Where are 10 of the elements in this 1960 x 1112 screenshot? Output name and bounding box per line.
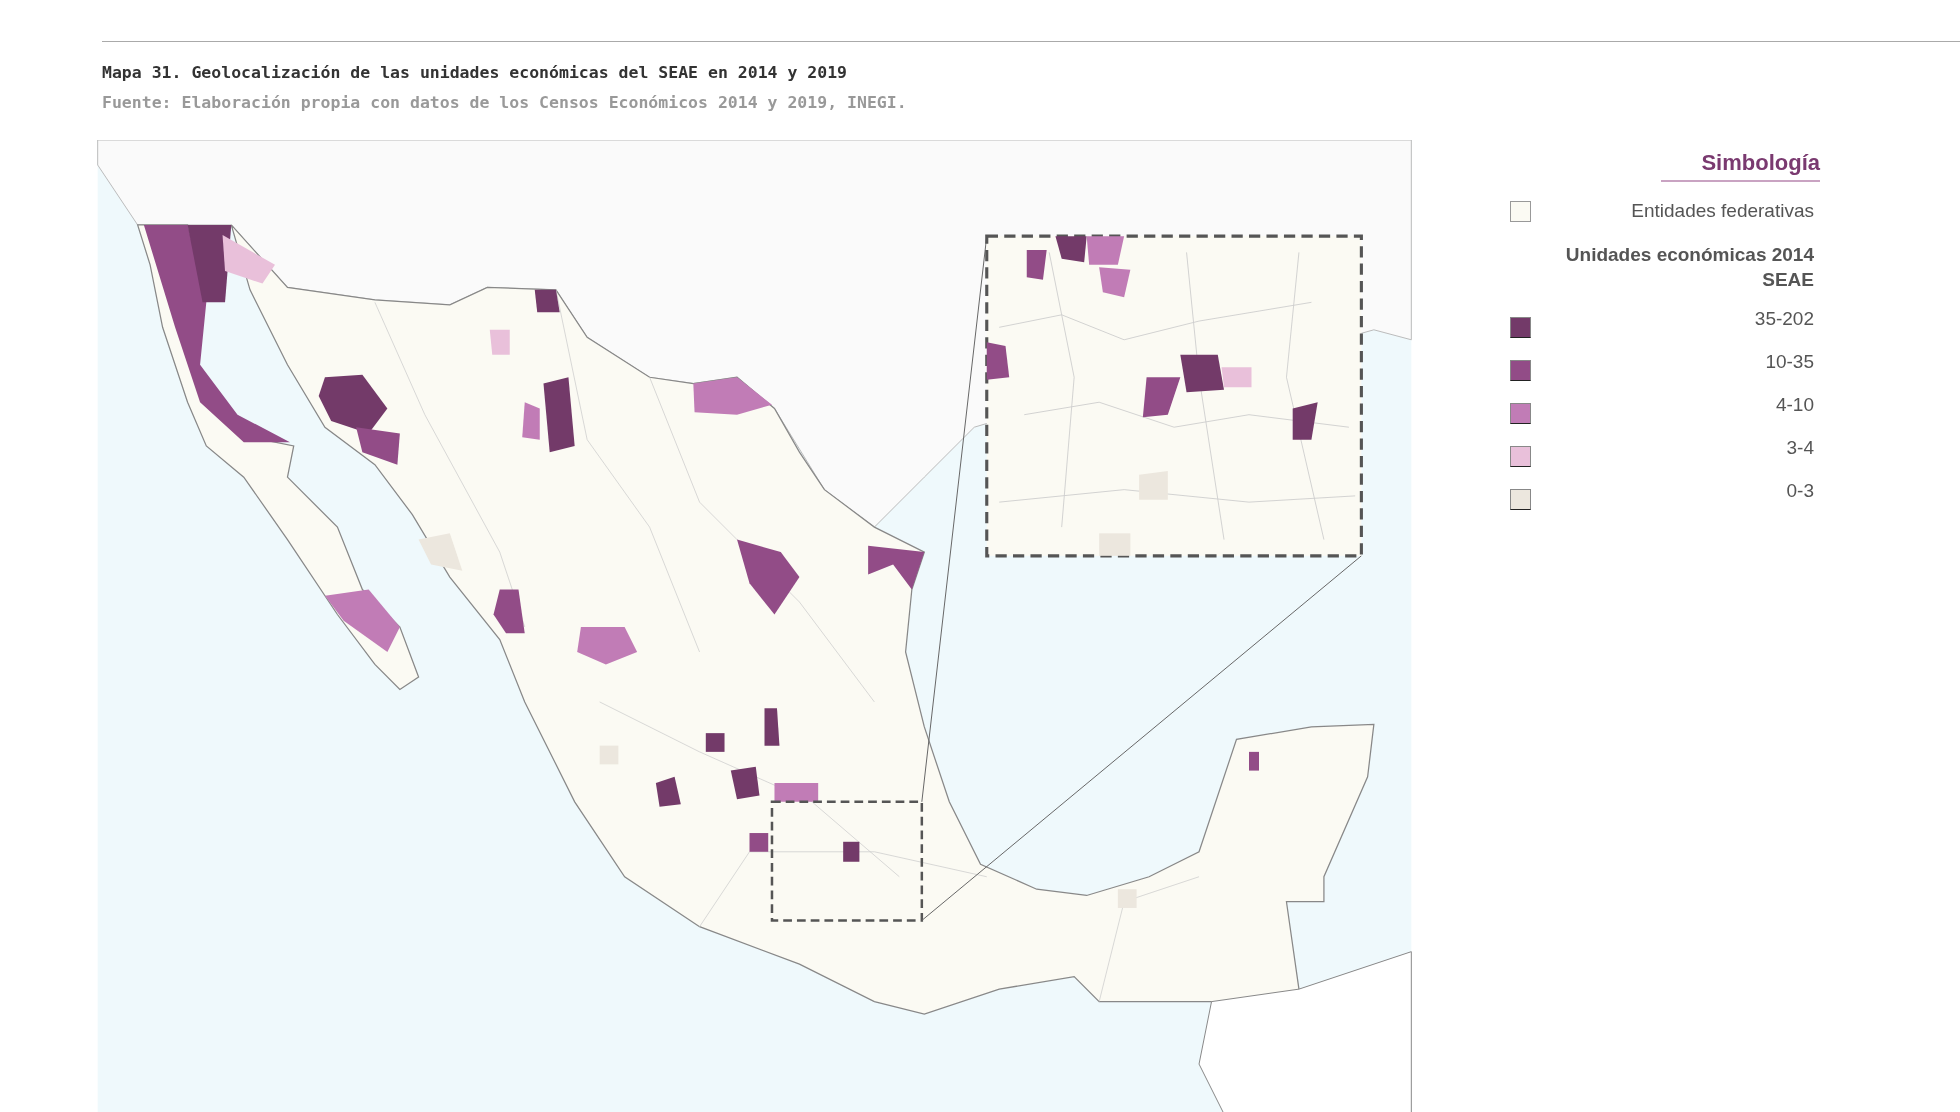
legend-label: 35-202 [1754,308,1814,330]
legend-label: 0-3 [1786,480,1814,502]
legend-label: 3-4 [1786,437,1814,459]
legend-label: 10-35 [1765,351,1814,373]
map-title: Mapa 31. Geolocalización de las unidades económicas del SEAE en 2014 y 2019 [102,62,849,84]
legend-label: Entidades federativas [1631,200,1814,222]
legend-label: 4-10 [1775,394,1814,416]
legend-title: Simbología [1661,150,1820,182]
source-note: Fuente: Elaboración propia con datos de los Censos Económicos 2014 y 2019, INEGI. [102,92,908,114]
legend-heading: Unidades económicas 2014 SEAE [1564,243,1814,292]
